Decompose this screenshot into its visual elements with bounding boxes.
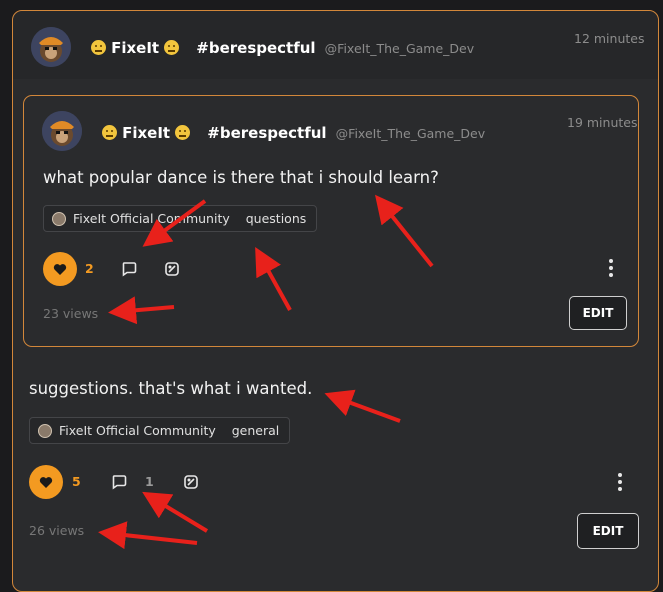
post-title[interactable]: what popular dance is there that i shoul… xyxy=(43,168,439,187)
post-header: FixeIt #berespectful @FixeIt_The_Game_De… xyxy=(13,11,658,79)
community-name: FixeIt Official Community xyxy=(59,423,216,438)
author-handle: @FixeIt_The_Game_Dev xyxy=(335,126,486,141)
hashtag[interactable]: #berespectful xyxy=(196,39,315,57)
like-button[interactable] xyxy=(29,465,63,499)
avatar-image xyxy=(31,27,71,67)
more-options-button[interactable] xyxy=(618,473,622,494)
comment-count: 1 xyxy=(145,474,154,489)
like-button[interactable] xyxy=(43,252,77,286)
author-name[interactable]: FixeIt xyxy=(111,39,159,57)
like-count: 2 xyxy=(85,261,94,276)
hashtag[interactable]: #berespectful xyxy=(207,124,326,142)
edit-button[interactable]: EDIT xyxy=(577,513,639,549)
post-time: 12 minutes xyxy=(574,31,645,46)
more-options-button[interactable] xyxy=(609,259,613,280)
share-button[interactable] xyxy=(182,473,200,491)
emoji-icon xyxy=(102,125,117,140)
community-name: FixeIt Official Community xyxy=(73,211,230,226)
view-count: 26 views xyxy=(29,523,85,538)
share-icon xyxy=(165,262,179,276)
author-line: FixeIt #berespectful @FixeIt_The_Game_De… xyxy=(91,38,474,57)
view-count: 23 views xyxy=(43,306,99,321)
emoji-icon xyxy=(91,40,106,55)
heart-icon xyxy=(39,476,53,488)
emoji-icon xyxy=(175,125,191,140)
comment-button[interactable] xyxy=(120,260,138,278)
post-time: 19 minutes xyxy=(567,115,638,130)
comment-icon xyxy=(122,262,137,277)
community-icon xyxy=(38,423,52,438)
comment-button[interactable] xyxy=(110,473,128,491)
author-name[interactable]: FixeIt xyxy=(122,124,170,142)
category-name: questions xyxy=(245,211,307,226)
author-handle: @FixeIt_The_Game_Dev xyxy=(324,41,475,56)
avatar[interactable] xyxy=(31,27,71,67)
community-chip[interactable]: FixeIt Official Community questions xyxy=(43,205,318,232)
avatar-image xyxy=(42,111,82,151)
quoted-post-card[interactable]: FixeIt #berespectful @FixeIt_The_Game_De… xyxy=(23,95,639,347)
author-line: FixeIt #berespectful @FixeIt_The_Game_De… xyxy=(102,123,485,142)
comment-icon xyxy=(112,475,127,490)
emoji-icon xyxy=(164,40,180,55)
post-body[interactable]: suggestions. that's what i wanted. xyxy=(29,379,312,398)
post-card: FixeIt #berespectful @FixeIt_The_Game_De… xyxy=(12,10,659,592)
share-icon xyxy=(184,475,198,489)
category-name: general xyxy=(231,423,280,438)
community-icon xyxy=(52,211,66,226)
community-chip[interactable]: FixeIt Official Community general xyxy=(29,417,291,444)
edit-button[interactable]: EDIT xyxy=(569,296,627,330)
like-count: 5 xyxy=(72,474,81,489)
avatar[interactable] xyxy=(42,111,82,151)
share-button[interactable] xyxy=(163,260,181,278)
heart-icon xyxy=(53,263,67,275)
